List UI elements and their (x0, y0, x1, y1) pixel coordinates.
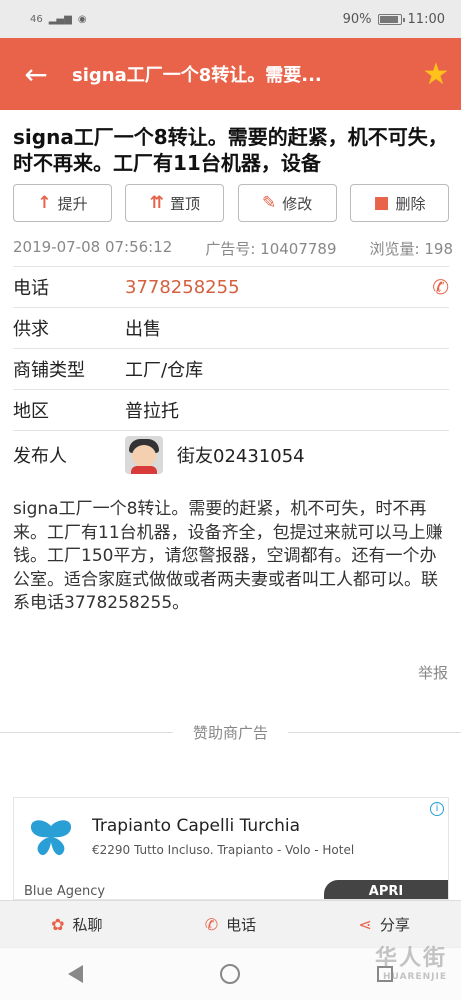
site-watermark: 华人街 HUARENJIE (374, 946, 447, 982)
favorite-star-icon[interactable]: ★ (411, 57, 461, 92)
ad-agency: Blue Agency (24, 884, 106, 899)
report-link[interactable]: 举报 (418, 662, 448, 683)
listing-description: signa工厂一个8转让。需要的赶紧，机不可失，时不再来。工厂有11台机器，设备… (13, 499, 443, 613)
ad-subtitle: €2290 Tutto Incluso. Trapianto - Volo - … (92, 843, 355, 857)
sponsor-divider: 赞助商广告 (0, 722, 461, 743)
ad-number: 广告号: 10407789 (205, 240, 337, 258)
view-count: 浏览量: 198 (369, 240, 453, 258)
pencil-icon: ✎ (262, 193, 277, 213)
battery-icon (377, 13, 405, 25)
signal-icon: 46 (30, 13, 43, 25)
phone-icon: ✆ (204, 914, 219, 934)
share-button[interactable]: ⋖ 分享 (358, 914, 409, 935)
butterfly-logo-icon (30, 820, 72, 856)
phone-number[interactable]: 3778258255 (125, 277, 432, 298)
phone-call-icon[interactable]: ✆ (432, 275, 449, 299)
supply-row: 供求 出售 (13, 307, 449, 348)
clock: 11:00 (407, 11, 445, 27)
ad-title: Trapianto Capelli Turchia (92, 816, 301, 836)
promote-button[interactable]: ↑ 提升 (13, 184, 112, 222)
listing-title: signa工厂一个8转让。需要的赶紧，机不可失，时不再来。工厂有11台机器，设备 (13, 125, 448, 175)
arrow-up-icon: ↑ (37, 193, 52, 213)
sponsor-label: 赞助商广告 (193, 724, 269, 742)
delete-button[interactable]: ■ 删除 (349, 184, 449, 222)
detail-fields: 电话 3778258255 ✆ 供求 出售 商铺类型 工厂/仓库 地区 普拉托 … (13, 266, 449, 478)
share-icon: ⋖ (358, 914, 372, 934)
post-datetime: 2019-07-08 07:56:12 (13, 238, 173, 256)
pin-top-icon: ⇈ (149, 193, 164, 213)
call-button[interactable]: ✆ 电话 (205, 914, 256, 935)
pin-button[interactable]: ⇈ 置顶 (125, 184, 225, 222)
ad-open-button[interactable]: APRI (324, 880, 448, 899)
sponsored-ad[interactable]: Trapianto Capelli Turchia €2290 Tutto In… (13, 797, 449, 900)
action-buttons: ↑ 提升 ⇈ 置顶 ✎ 修改 ■ 删除 (13, 184, 449, 222)
appbar-title: signa工厂一个8转让。需要... (72, 65, 322, 86)
ad-info-icon[interactable]: i (430, 802, 444, 816)
phone-row[interactable]: 电话 3778258255 ✆ (13, 266, 449, 307)
battery-percent: 90% (342, 11, 372, 27)
status-bar: 46 ▂▄▆ ◉ 90% 11:00 (0, 0, 461, 38)
app-bar: ← signa工厂一个8转让。需要... ★ (0, 38, 461, 110)
signal-bars-icon: ▂▄▆ (48, 13, 72, 25)
back-arrow-icon[interactable]: ← (0, 58, 72, 91)
paw-icon: ✿ (51, 914, 65, 934)
nav-home-icon[interactable] (219, 964, 240, 984)
trash-icon: ■ (373, 193, 390, 213)
listing-meta: 2019-07-08 07:56:12 广告号: 10407789 浏览量: 1… (13, 238, 453, 259)
shop-type-row: 商铺类型 工厂/仓库 (13, 348, 449, 389)
avatar[interactable] (125, 435, 163, 474)
eye-icon: ◉ (77, 13, 87, 25)
region-row: 地区 普拉托 (13, 389, 449, 430)
edit-button[interactable]: ✎ 修改 (237, 184, 337, 222)
private-chat-button[interactable]: ✿ 私聊 (51, 914, 102, 935)
poster-name[interactable]: 街友02431054 (177, 442, 305, 468)
poster-row[interactable]: 发布人 街友02431054 (13, 430, 449, 478)
nav-back-icon[interactable] (68, 965, 84, 983)
